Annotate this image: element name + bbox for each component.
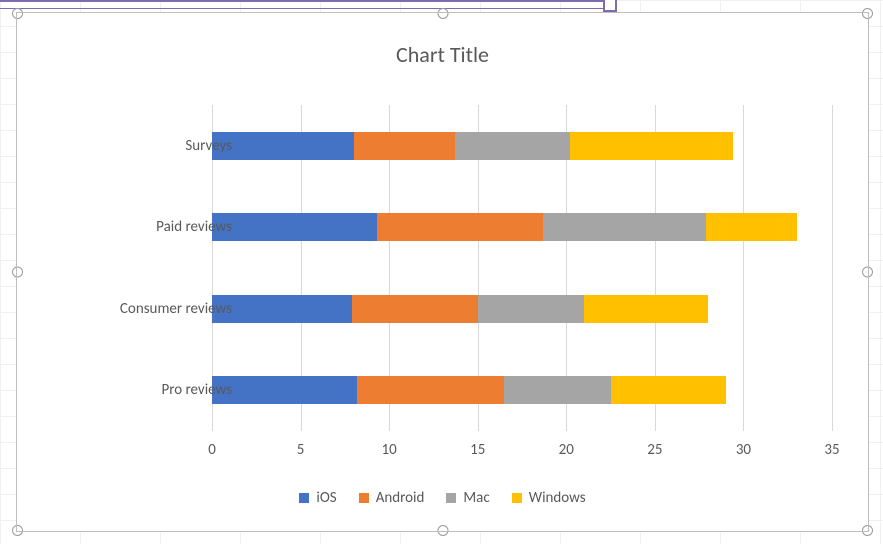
resize-handle-top-right[interactable] — [862, 8, 873, 19]
bar-segment-windows[interactable] — [706, 213, 796, 241]
bar-segment-windows[interactable] — [584, 295, 708, 323]
resize-handle-bottom-right[interactable] — [862, 525, 873, 536]
x-axis-tick-label: 25 — [647, 441, 662, 459]
legend-label: Windows — [529, 489, 586, 507]
y-axis-category-label: Paid reviews — [62, 218, 232, 236]
legend-label: iOS — [316, 489, 336, 507]
legend-swatch — [446, 493, 456, 503]
bar-segment-android[interactable] — [357, 376, 504, 404]
legend-item-ios[interactable]: iOS — [299, 489, 336, 507]
y-axis-category-label: Pro reviews — [62, 381, 232, 399]
plot-area[interactable] — [212, 105, 832, 431]
gridline — [743, 105, 744, 431]
bar-segment-android[interactable] — [354, 132, 455, 160]
x-axis-tick-label: 20 — [559, 441, 574, 459]
cell-selection-handle[interactable] — [603, 0, 617, 12]
x-axis-tick-label: 10 — [382, 441, 397, 459]
bar-segment-ios[interactable] — [212, 295, 352, 323]
resize-handle-mid-left[interactable] — [12, 267, 23, 278]
bar-segment-mac[interactable] — [504, 376, 610, 404]
worksheet-viewport: Chart Title iOS Android Mac Windows 0 5 10 15 2… — [0, 0, 883, 544]
bar-segment-windows[interactable] — [570, 132, 733, 160]
bar-segment-ios[interactable] — [212, 132, 354, 160]
resize-handle-top-left[interactable] — [12, 8, 23, 19]
cell-selection-border — [0, 0, 613, 9]
chart-legend[interactable]: iOS Android Mac Windows — [17, 489, 868, 507]
x-axis-tick-label: 30 — [736, 441, 751, 459]
gridline — [832, 105, 833, 431]
x-axis-tick-label: 5 — [297, 441, 305, 459]
x-axis-tick-label: 15 — [470, 441, 485, 459]
legend-swatch — [359, 493, 369, 503]
bar-segment-mac[interactable] — [478, 295, 584, 323]
bar-segment-android[interactable] — [352, 295, 478, 323]
bar-segment-ios[interactable] — [212, 376, 357, 404]
x-axis-tick-label: 0 — [208, 441, 216, 459]
bar-segment-windows[interactable] — [611, 376, 726, 404]
legend-label: Android — [376, 489, 425, 507]
x-axis-tick-label: 35 — [824, 441, 839, 459]
legend-item-mac[interactable]: Mac — [446, 489, 489, 507]
embedded-chart-object[interactable]: Chart Title iOS Android Mac Windows 0 5 10 15 2… — [16, 12, 869, 532]
resize-handle-bottom-left[interactable] — [12, 525, 23, 536]
legend-item-windows[interactable]: Windows — [512, 489, 586, 507]
y-axis-category-label: Consumer reviews — [62, 300, 232, 318]
legend-item-android[interactable]: Android — [359, 489, 425, 507]
resize-handle-mid-right[interactable] — [862, 267, 873, 278]
legend-swatch — [299, 493, 309, 503]
chart-title[interactable]: Chart Title — [17, 41, 868, 68]
bar-segment-android[interactable] — [377, 213, 544, 241]
bar-segment-mac[interactable] — [455, 132, 570, 160]
bar-segment-ios[interactable] — [212, 213, 377, 241]
legend-label: Mac — [463, 489, 489, 507]
resize-handle-top-mid[interactable] — [437, 8, 448, 19]
legend-swatch — [512, 493, 522, 503]
bar-segment-mac[interactable] — [543, 213, 706, 241]
y-axis-category-label: Surveys — [62, 137, 232, 155]
resize-handle-bottom-mid[interactable] — [437, 525, 448, 536]
